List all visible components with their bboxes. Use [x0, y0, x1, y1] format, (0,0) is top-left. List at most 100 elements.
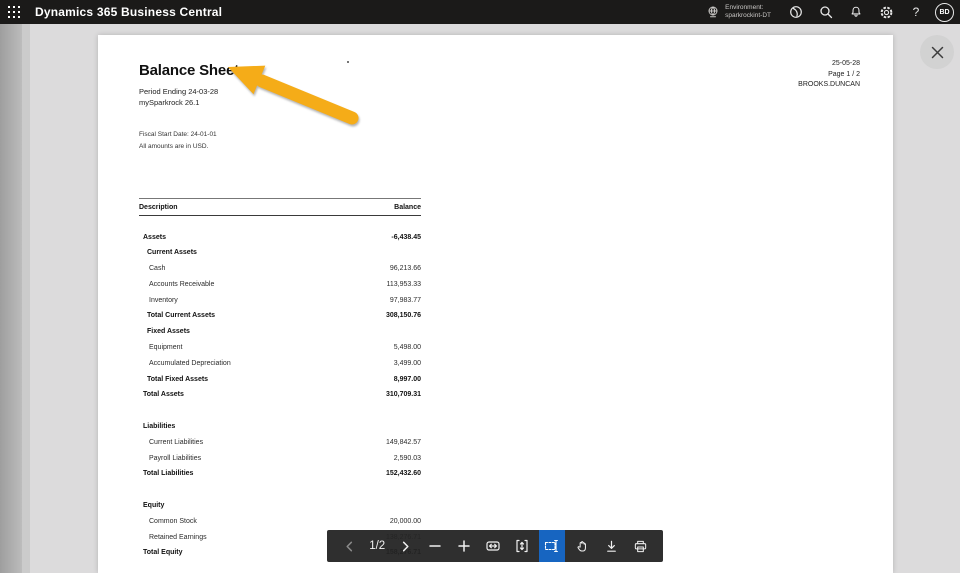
row-label: Total Equity — [139, 545, 183, 561]
table-row: Total Assets 310,709.31 — [139, 387, 421, 403]
row-value: 8,997.00 — [394, 372, 421, 388]
table-row: Accumulated Depreciation 3,499.00 — [139, 356, 421, 372]
column-description: Description — [139, 204, 178, 211]
report-preview-page[interactable]: Balance Sheet Period Ending 24-03-28 myS… — [98, 35, 893, 573]
download-icon — [604, 539, 619, 554]
page-number: Page 1 / 2 — [798, 70, 860, 81]
period-ending: Period Ending 24-03-28 — [139, 86, 218, 97]
row-label: Payroll Liabilities — [139, 451, 201, 467]
row-label: Total Assets — [139, 387, 184, 403]
next-page-button[interactable] — [393, 530, 417, 562]
table-row: Liabilities — [139, 419, 421, 435]
row-value: 149,842.57 — [386, 435, 421, 451]
balance-table-body: Assets-6,438.45Current AssetsCash96,213.… — [139, 216, 421, 561]
row-value: 20,000.00 — [390, 514, 421, 530]
table-row: Total Current Assets 308,150.76 — [139, 308, 421, 324]
close-preview-button[interactable] — [920, 35, 954, 69]
fit-width-button[interactable] — [481, 530, 505, 562]
waffle-grid-icon — [8, 6, 20, 18]
environment-indicator[interactable]: Environment: sparkrockint-DT — [706, 4, 771, 20]
pdf-viewer-toolbar: 1/2 — [327, 530, 663, 562]
row-label: Accounts Receivable — [139, 277, 214, 293]
speck-artifact — [347, 61, 349, 63]
pan-button[interactable] — [571, 530, 595, 562]
copilot-button[interactable] — [781, 0, 811, 24]
row-label: Common Stock — [139, 514, 197, 530]
hand-icon — [575, 539, 590, 554]
table-row: Total Fixed Assets 8,997.00 — [139, 372, 421, 388]
row-label: Assets — [139, 230, 166, 246]
column-balance: Balance — [394, 204, 421, 211]
user-avatar[interactable]: BD — [935, 3, 954, 22]
row-value: 5,498.00 — [394, 340, 421, 356]
page-edge-strip — [0, 24, 22, 573]
row-label: Liabilities — [139, 419, 175, 435]
fit-page-icon — [514, 538, 530, 554]
page-edge-strip-light — [22, 24, 30, 573]
print-button[interactable] — [629, 530, 653, 562]
download-button[interactable] — [600, 530, 624, 562]
table-row: Inventory 97,983.77 — [139, 293, 421, 309]
row-value: 2,590.03 — [394, 451, 421, 467]
top-nav-bar: Dynamics 365 Business Central Environmen… — [0, 0, 960, 24]
row-value: 96,213.66 — [390, 261, 421, 277]
row-label: Accumulated Depreciation — [139, 356, 231, 372]
copilot-icon — [789, 5, 803, 19]
chevron-right-icon — [399, 540, 412, 553]
settings-button[interactable] — [871, 0, 901, 24]
row-label: Total Fixed Assets — [139, 372, 208, 388]
printed-by-user: BROOKS.DUNCAN — [798, 80, 860, 91]
printer-icon — [633, 539, 648, 554]
row-label: Total Liabilities — [139, 466, 193, 482]
text-selection-icon — [544, 538, 560, 554]
bell-icon — [849, 5, 863, 19]
page-indicator: 1/2 — [366, 540, 388, 552]
row-value: 308,150.76 — [386, 308, 421, 324]
report-print-info: 25-05-28 Page 1 / 2 BROOKS.DUNCAN — [798, 59, 860, 91]
row-value: 152,432.60 — [386, 466, 421, 482]
question-icon: ? — [913, 5, 920, 19]
row-label: Cash — [139, 261, 165, 277]
table-row: Common Stock 20,000.00 — [139, 514, 421, 530]
chevron-left-icon — [343, 540, 356, 553]
row-label: Total Current Assets — [139, 308, 215, 324]
app-title: Dynamics 365 Business Central — [35, 5, 222, 19]
zoom-out-button[interactable] — [423, 530, 447, 562]
report-meta: Fiscal Start Date: 24-01-01 All amounts … — [139, 129, 217, 153]
app-launcher-icon[interactable] — [2, 0, 26, 24]
gear-icon — [879, 5, 894, 20]
table-row: Current Assets — [139, 245, 421, 261]
text-selection-button[interactable] — [539, 530, 565, 562]
prev-page-button[interactable] — [337, 530, 361, 562]
print-date: 25-05-28 — [798, 59, 860, 70]
table-row: Current Liabilities 149,842.57 — [139, 435, 421, 451]
search-button[interactable] — [811, 0, 841, 24]
environment-text: Environment: sparkrockint-DT — [725, 4, 771, 20]
report-title: Balance Sheet — [139, 62, 239, 79]
row-label: Current Assets — [139, 245, 197, 261]
table-row: Fixed Assets — [139, 324, 421, 340]
currency-note: All amounts are in USD. — [139, 141, 217, 153]
row-value: 310,709.31 — [386, 387, 421, 403]
row-value: 97,983.77 — [390, 293, 421, 309]
row-label: Fixed Assets — [139, 324, 190, 340]
table-header-row: Description Balance — [139, 198, 421, 216]
fit-page-button[interactable] — [510, 530, 534, 562]
zoom-in-button[interactable] — [452, 530, 476, 562]
table-row: Accounts Receivable113,953.33 — [139, 277, 421, 293]
table-row: Cash 96,213.66 — [139, 261, 421, 277]
row-label: Equity — [139, 498, 164, 514]
fiscal-start-date: Fiscal Start Date: 24-01-01 — [139, 129, 217, 141]
help-button[interactable]: ? — [901, 0, 931, 24]
row-label: Retained Earnings — [139, 530, 207, 546]
table-row: Equity — [139, 498, 421, 514]
environment-globe-icon — [706, 5, 720, 19]
row-value: 3,499.00 — [394, 356, 421, 372]
table-row: Total Liabilities 152,432.60 — [139, 466, 421, 482]
row-label: Inventory — [139, 293, 178, 309]
report-subheader: Period Ending 24-03-28 mySparkrock 26.1 — [139, 86, 218, 108]
row-label: Current Liabilities — [139, 435, 203, 451]
notifications-button[interactable] — [841, 0, 871, 24]
company-name: mySparkrock 26.1 — [139, 97, 218, 108]
search-icon — [819, 5, 833, 19]
